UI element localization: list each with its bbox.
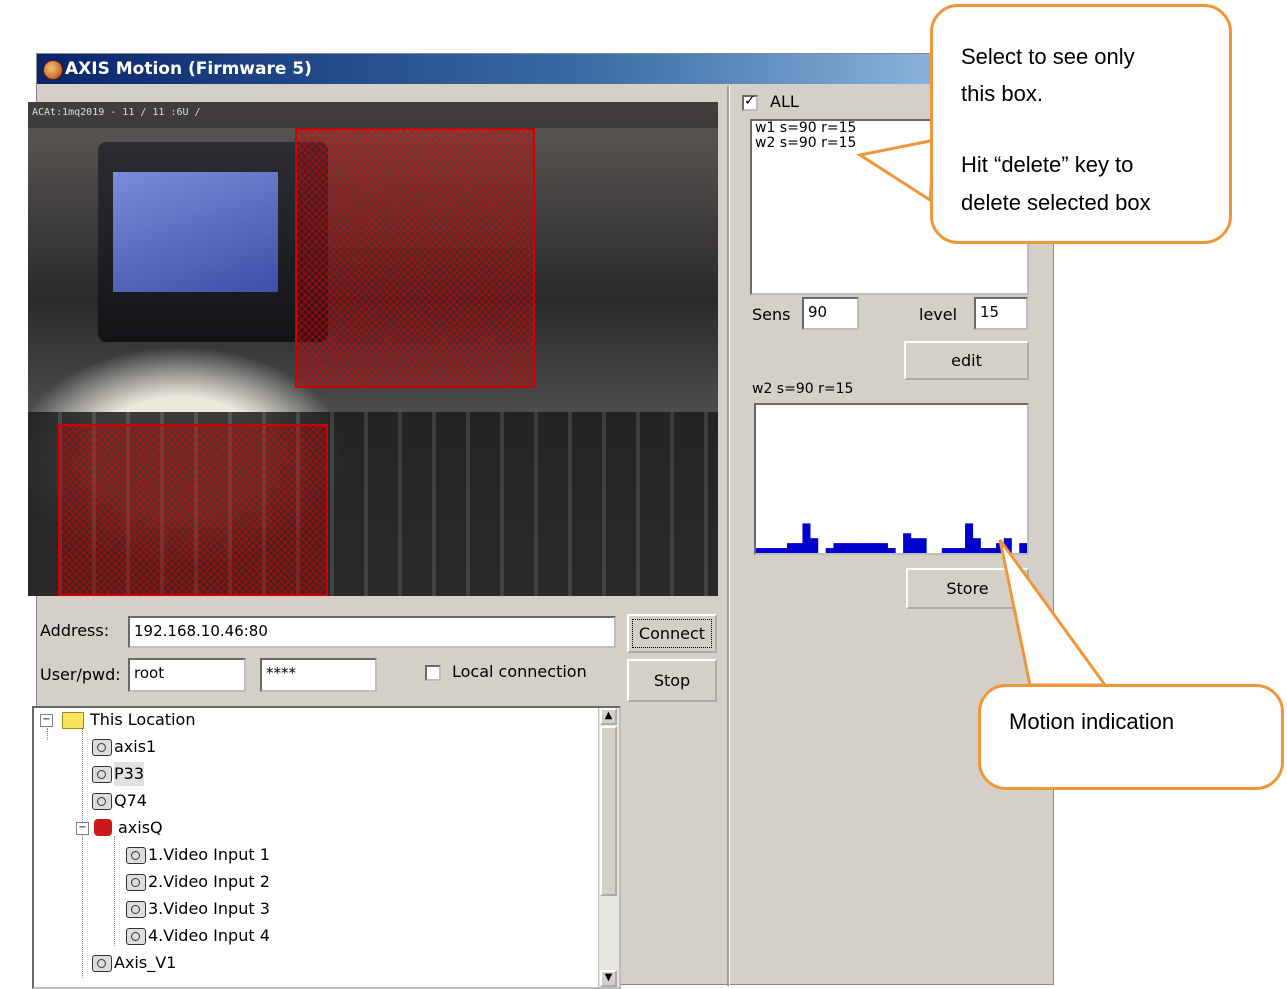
password-input[interactable]: ****	[260, 658, 377, 692]
motion-bar	[996, 543, 1005, 553]
motion-bar	[794, 543, 803, 553]
tree-item-label: Axis_V1	[114, 953, 177, 972]
tree-item-label: 4.Video Input 4	[148, 926, 270, 945]
motion-bar	[856, 543, 865, 553]
camera-tree[interactable]: − This Location axis1 P33 Q74 − axisQ 1.…	[32, 706, 621, 989]
camera-icon	[126, 847, 146, 864]
motion-bar	[980, 548, 989, 553]
callout-text: Motion indication	[1009, 709, 1175, 734]
camera-icon	[92, 766, 112, 783]
motion-bar	[949, 548, 958, 553]
tree-guide	[47, 728, 48, 740]
tree-item-label: This Location	[90, 710, 196, 729]
callout-text: Hit “delete” key to	[961, 152, 1134, 177]
sens-label: Sens	[752, 305, 791, 324]
video-server-icon	[94, 819, 112, 836]
collapse-icon[interactable]: −	[40, 714, 53, 727]
local-connection-label: Local connection	[452, 662, 587, 681]
scroll-up-icon[interactable]: ▲	[600, 708, 617, 725]
address-input[interactable]: 192.168.10.46:80	[128, 616, 616, 648]
video-timestamp: ACAt:1mq2019 - 11 / 11 :6U /	[32, 107, 201, 118]
level-label: level	[919, 305, 958, 324]
motion-bar	[918, 538, 927, 553]
window-title: AXIS Motion (Firmware 5)	[65, 59, 312, 79]
tree-item-label: Q74	[114, 791, 147, 810]
user-pwd-label: User/pwd:	[40, 665, 121, 684]
motion-bar	[1019, 543, 1027, 553]
selected-window-label: w2 s=90 r=15	[752, 381, 854, 397]
tree-guide	[82, 728, 83, 978]
level-input[interactable]: 15	[974, 297, 1028, 330]
camera-video-view[interactable]: ACAt:1mq2019 - 11 / 11 :6U /	[28, 102, 718, 596]
store-button[interactable]: Store	[906, 568, 1029, 609]
camera-icon	[92, 793, 112, 810]
tree-scrollbar[interactable]: ▲ ▼	[598, 708, 619, 987]
motion-bar	[763, 548, 772, 553]
motion-bar	[786, 543, 796, 553]
address-label: Address:	[40, 621, 110, 640]
tree-item-label: 2.Video Input 2	[148, 872, 270, 891]
collapse-icon[interactable]: −	[76, 822, 89, 835]
tree-item-label: axis1	[114, 737, 157, 756]
scroll-down-icon[interactable]: ▼	[600, 970, 617, 987]
callout-motion-indication: Motion indication	[978, 684, 1284, 790]
motion-bar	[965, 523, 974, 553]
motion-bar	[957, 548, 966, 553]
motion-bar	[848, 543, 857, 553]
motion-box-w1[interactable]	[295, 128, 535, 388]
motion-bar	[771, 548, 780, 553]
motion-bar	[910, 538, 919, 553]
motion-bar	[1003, 538, 1012, 553]
motion-bar	[802, 523, 811, 553]
stop-button[interactable]: Stop	[627, 659, 717, 702]
motion-box-w2[interactable]	[58, 424, 328, 596]
panel-separator	[727, 86, 730, 986]
motion-bar	[864, 543, 873, 553]
motion-bar	[988, 548, 997, 553]
motion-graph	[754, 403, 1029, 555]
callout-text: delete selected box	[961, 190, 1151, 215]
camera-icon	[92, 955, 112, 972]
tree-guide	[114, 836, 115, 946]
motion-bar	[872, 543, 881, 553]
scroll-thumb[interactable]	[600, 726, 617, 896]
motion-bar	[841, 543, 850, 553]
camera-icon	[126, 874, 146, 891]
motion-bar	[972, 538, 981, 553]
motion-bar	[756, 548, 765, 553]
motion-bar	[810, 538, 819, 553]
all-checkbox[interactable]	[742, 93, 758, 111]
edit-button[interactable]: edit	[904, 341, 1029, 380]
motion-bar	[825, 548, 834, 553]
motion-bar	[833, 543, 842, 553]
username-input[interactable]: root	[128, 658, 246, 692]
motion-bars	[756, 523, 1027, 553]
motion-bar	[903, 533, 912, 553]
app-icon	[43, 60, 63, 80]
sens-input[interactable]: 90	[802, 297, 859, 330]
tree-item-label: P33	[114, 762, 145, 786]
camera-icon	[126, 901, 146, 918]
local-connection-checkbox[interactable]	[425, 665, 441, 681]
tree-item-label: 3.Video Input 3	[148, 899, 270, 918]
tree-item-label: axisQ	[118, 818, 163, 837]
camera-icon	[126, 928, 146, 945]
app-window: AXIS Motion (Firmware 5) ACAt:1mq2019 - …	[28, 53, 1054, 989]
callout-select-box: Select to see only this box. Hit “delete…	[930, 4, 1232, 244]
monitor-screen	[113, 172, 278, 292]
folder-icon	[62, 712, 84, 729]
motion-bar	[887, 548, 896, 553]
callout-text: this box.	[961, 81, 1043, 106]
motion-bar	[879, 543, 888, 553]
connect-button[interactable]: Connect	[627, 614, 717, 653]
all-label: ALL	[770, 92, 799, 111]
title-bar: AXIS Motion (Firmware 5)	[37, 54, 1053, 84]
camera-icon	[92, 739, 112, 756]
motion-bar	[779, 548, 788, 553]
motion-bar	[941, 548, 950, 553]
callout-text: Select to see only	[961, 44, 1135, 69]
tree-item-label: 1.Video Input 1	[148, 845, 270, 864]
video-timestamp-bar: ACAt:1mq2019 - 11 / 11 :6U /	[28, 102, 718, 128]
